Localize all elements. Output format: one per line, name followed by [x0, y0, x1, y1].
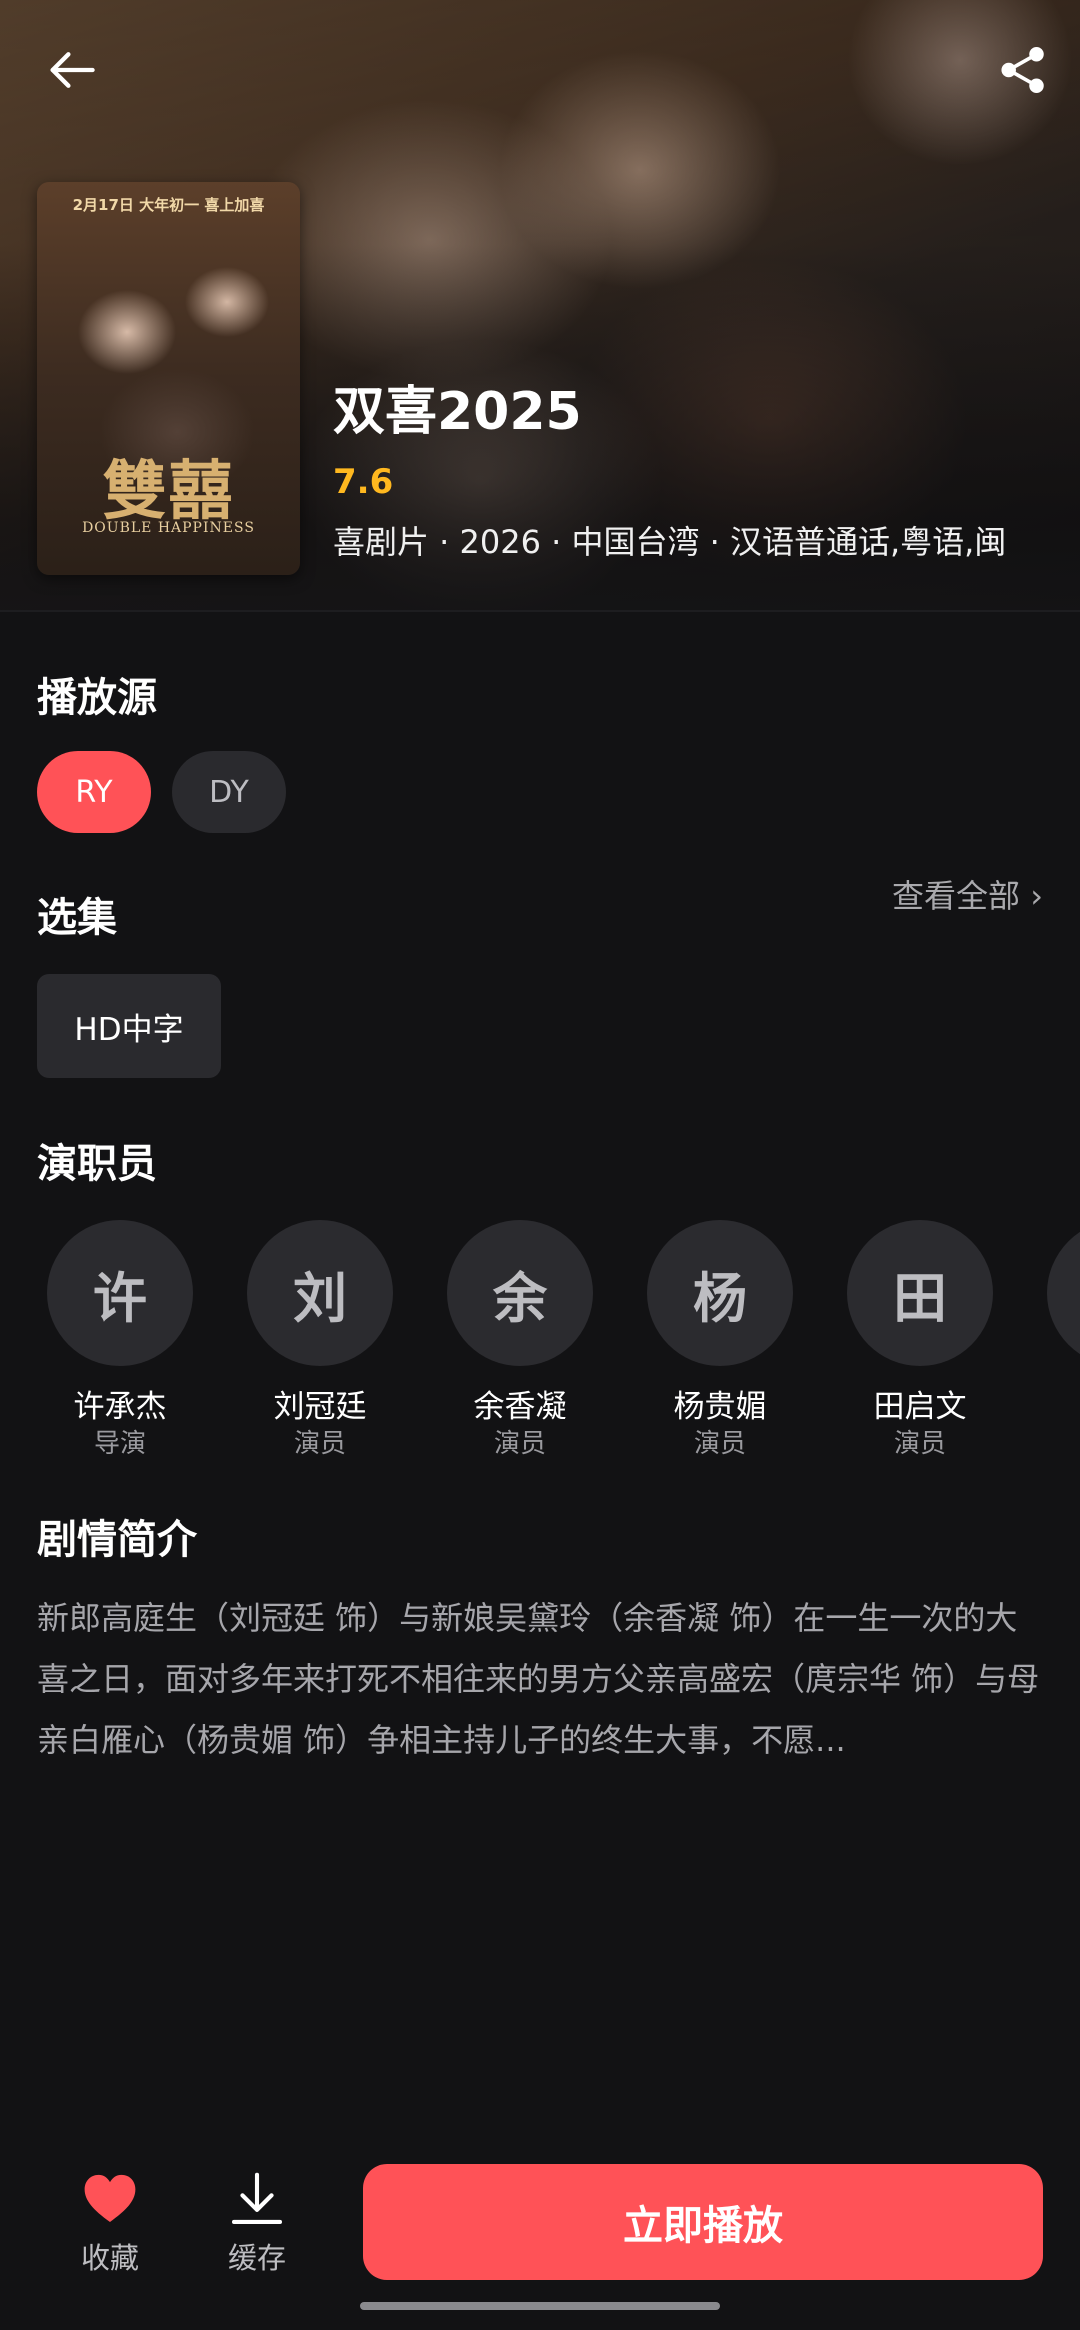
avatar: 余 [447, 1220, 593, 1366]
cast-name: 庹 [1020, 1388, 1080, 1426]
play-now-button[interactable]: 立即播放 [363, 2164, 1043, 2280]
synopsis-text[interactable]: 新郎高庭生（刘冠廷 饰）与新娘吴黛玲（余香凝 饰）在一生一次的大喜之日，面对多年… [37, 1588, 1043, 1771]
source-chip-ry[interactable]: RY [37, 751, 151, 833]
cast-role: 演员 [293, 1429, 346, 1459]
download-button[interactable]: 缓存 [202, 2170, 312, 2276]
cast-name: 刘冠廷 [273, 1389, 367, 1425]
cast-list[interactable]: 许 许承杰 导演 刘 刘冠廷 演员 余 余香凝 演员 杨 杨贵媚 演员 田 田启… [0, 1220, 1080, 1470]
cast-role: 演员 [693, 1429, 746, 1459]
cast-name: 田启文 [873, 1389, 967, 1425]
favorite-label: 收藏 [80, 2241, 139, 2275]
cast-item[interactable]: 田 田启文 演员 [820, 1220, 1020, 1460]
avatar: 田 [847, 1220, 993, 1366]
cast-role: 演员 [493, 1429, 546, 1459]
movie-info: 双喜2025 7.6 喜剧片 · 2026 · 中国台湾 · 汉语普通话,粤语,… [333, 380, 1053, 562]
movie-title: 双喜2025 [333, 382, 582, 442]
movie-poster: 2月17日 大年初一 喜上加喜 雙囍 DOUBLE HAPPINESS [37, 182, 300, 575]
cast-name: 余香凝 [473, 1389, 567, 1425]
movie-score: 7.6 [333, 462, 394, 502]
favorite-button[interactable]: 收藏 [55, 2170, 165, 2276]
share-button[interactable] [980, 28, 1064, 112]
hero-divider [0, 610, 1080, 612]
share-icon [1001, 47, 1044, 93]
cast-item[interactable]: 余 余香凝 演员 [420, 1220, 620, 1460]
cast-item[interactable]: 杨 杨贵媚 演员 [620, 1220, 820, 1460]
poster-date-text: 2月17日 大年初一 喜上加喜 [72, 196, 265, 214]
see-all-link[interactable]: 查看全部 › [892, 876, 1043, 916]
source-chip-dy[interactable]: DY [172, 751, 286, 833]
poster-logo-english: DOUBLE HAPPINESS [82, 520, 255, 536]
movie-meta: 喜剧片 · 2026 · 中国台湾 · 汉语普通话,粤语,闽 [333, 523, 1007, 561]
home-indicator[interactable] [360, 2302, 720, 2310]
cast-item[interactable]: 庹 庹 [1020, 1220, 1080, 1428]
cast-role: 导演 [93, 1429, 146, 1459]
cast-item[interactable]: 许 许承杰 导演 [20, 1220, 220, 1460]
avatar: 杨 [647, 1220, 793, 1366]
cast-name: 杨贵媚 [673, 1389, 767, 1425]
cast-item[interactable]: 刘 刘冠廷 演员 [220, 1220, 420, 1460]
episode-chip-hd[interactable]: HD中字 [37, 974, 221, 1078]
avatar: 刘 [247, 1220, 393, 1366]
arrow-left-icon [50, 52, 95, 88]
cast-name: 许承杰 [73, 1389, 167, 1425]
heart-icon [84, 2174, 136, 2222]
download-icon [231, 2172, 283, 2225]
section-title-synopsis: 剧情简介 [37, 1517, 197, 1563]
section-title-episodes: 选集 [37, 895, 117, 941]
avatar: 许 [47, 1220, 193, 1366]
hero-banner: 2月17日 大年初一 喜上加喜 雙囍 DOUBLE HAPPINESS 双喜20… [0, 0, 1080, 612]
download-label: 缓存 [227, 2241, 286, 2275]
section-title-cast: 演职员 [37, 1141, 157, 1187]
cast-role: 演员 [893, 1429, 946, 1459]
section-title-sources: 播放源 [37, 675, 157, 721]
back-button[interactable] [30, 28, 114, 112]
poster-logo: 雙囍 [102, 454, 235, 529]
avatar: 庹 [1047, 1220, 1080, 1366]
